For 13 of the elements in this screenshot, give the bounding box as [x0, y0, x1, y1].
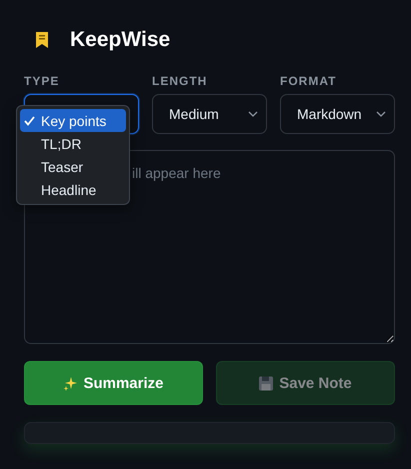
- check-icon: [24, 116, 35, 126]
- chevron-down-icon: [248, 111, 258, 117]
- dropdown[interactable]: Markdown: [280, 94, 395, 134]
- field-label: LENGTH: [152, 74, 208, 88]
- menu-item[interactable]: Key points: [20, 109, 126, 132]
- dropdown[interactable]: Medium: [152, 94, 267, 134]
- sparkles-icon: [63, 376, 78, 390]
- summarize-button[interactable]: Summarize: [24, 361, 203, 405]
- field-label: FORMAT: [280, 74, 338, 88]
- app-title: KeepWise: [70, 28, 170, 52]
- field-label: TYPE: [24, 74, 60, 88]
- bookmark-icon: [36, 32, 48, 48]
- chevron-down-icon: [376, 111, 386, 117]
